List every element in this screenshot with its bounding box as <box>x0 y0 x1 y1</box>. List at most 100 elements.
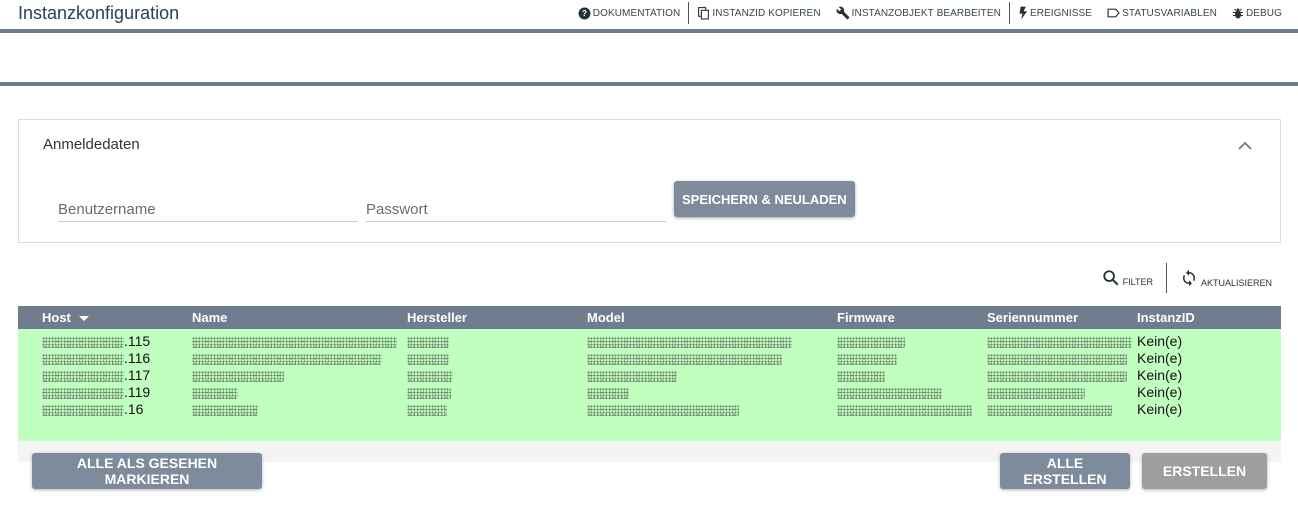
list-actions-divider <box>1165 263 1167 293</box>
table-row[interactable]: .119 Kein(e) <box>18 384 1281 401</box>
redacted-text <box>587 404 739 416</box>
redacted-text <box>192 404 258 416</box>
redacted-text <box>987 387 1085 399</box>
model-cell <box>587 401 739 418</box>
firmware-cell <box>837 367 885 384</box>
name-cell <box>192 367 284 384</box>
redacted-text <box>42 370 124 382</box>
chevron-up-icon[interactable] <box>1238 137 1252 155</box>
serial-cell <box>987 350 1127 367</box>
credentials-panel: Anmeldedaten SPEICHERN & NEULADEN <box>18 119 1281 243</box>
column-header-name[interactable]: Name <box>192 310 227 325</box>
manufacturer-cell <box>407 350 449 367</box>
model-cell <box>587 333 792 350</box>
documentation-button[interactable]: ? DOKUMENTATION <box>578 7 681 20</box>
column-header-firmware[interactable]: Firmware <box>837 310 895 325</box>
redacted-text <box>192 336 397 348</box>
redacted-text <box>407 353 449 365</box>
list-actions: FILTER AKTUALISIEREN <box>1102 263 1272 293</box>
firmware-cell <box>837 333 905 350</box>
redacted-text <box>587 387 629 399</box>
credentials-panel-title: Anmeldedaten <box>43 136 140 153</box>
documentation-label: DOKUMENTATION <box>592 7 681 19</box>
redacted-text <box>192 353 382 365</box>
redacted-text <box>837 404 972 416</box>
redacted-text <box>837 353 897 365</box>
toolbar-divider <box>1008 2 1010 24</box>
column-header-serial[interactable]: Seriennummer <box>987 310 1078 325</box>
svg-text:?: ? <box>582 9 587 18</box>
host-cell: .115 <box>42 333 150 350</box>
status-variables-label: STATUSVARIABLEN <box>1122 7 1217 19</box>
serial-cell <box>987 367 1127 384</box>
copy-instance-id-button[interactable]: INSTANZID KOPIEREN <box>697 6 821 20</box>
redacted-text <box>42 336 124 348</box>
redacted-text <box>407 387 451 399</box>
table-row[interactable]: .117 Kein(e) <box>18 367 1281 384</box>
name-cell <box>192 384 238 401</box>
manufacturer-cell <box>407 333 449 350</box>
refresh-button[interactable]: AKTUALISIEREN <box>1180 268 1272 288</box>
header-divider <box>0 29 1298 33</box>
password-field[interactable] <box>366 190 666 222</box>
create-all-button[interactable]: ALLE ERSTELLEN <box>1000 453 1130 489</box>
column-header-host[interactable]: Host <box>42 310 89 325</box>
redacted-text <box>587 353 782 365</box>
wrench-icon <box>836 6 850 20</box>
redacted-text <box>587 370 677 382</box>
name-cell <box>192 333 397 350</box>
header-toolbar: ? DOKUMENTATION INSTANZID KOPIEREN INSTA… <box>578 0 1282 26</box>
column-header-manufacturer[interactable]: Hersteller <box>407 310 467 325</box>
search-icon <box>1102 269 1120 287</box>
table-header: Host Name Hersteller Model Firmware Seri… <box>18 306 1281 329</box>
refresh-label: AKTUALISIEREN <box>1200 278 1272 288</box>
edit-instance-object-button[interactable]: INSTANZOBJEKT BEARBEITEN <box>836 6 1001 20</box>
serial-cell <box>987 333 1132 350</box>
instance-id-cell: Kein(e) <box>1137 401 1183 417</box>
redacted-text <box>837 336 905 348</box>
save-reload-button[interactable]: SPEICHERN & NEULADEN <box>674 181 855 217</box>
status-variables-button[interactable]: STATUSVARIABLEN <box>1107 7 1217 19</box>
model-cell <box>587 384 629 401</box>
name-cell <box>192 401 258 418</box>
table-row[interactable]: .116 Kein(e) <box>18 350 1281 367</box>
host-cell: .117 <box>42 367 150 384</box>
events-label: EREIGNISSE <box>1029 7 1093 19</box>
debug-label: DEBUG <box>1245 7 1282 19</box>
firmware-cell <box>837 401 972 418</box>
mark-all-seen-button[interactable]: ALLE ALS GESEHEN MARKIEREN <box>32 453 262 489</box>
username-field[interactable] <box>58 190 358 222</box>
redacted-text <box>192 370 284 382</box>
redacted-text <box>407 336 449 348</box>
page-title: Instanzkonfiguration <box>18 3 180 23</box>
redacted-text <box>837 387 942 399</box>
username-input[interactable] <box>58 190 358 221</box>
bug-icon <box>1232 7 1244 20</box>
table-body: .115 Kein(e) .116 Kein(e) .117 Kein(e) .… <box>18 329 1281 441</box>
help-circle-icon: ? <box>578 7 591 20</box>
events-button[interactable]: EREIGNISSE <box>1018 6 1092 20</box>
firmware-cell <box>837 350 897 367</box>
instance-id-cell: Kein(e) <box>1137 333 1183 349</box>
filter-button[interactable]: FILTER <box>1102 269 1153 287</box>
sort-descending-icon <box>78 316 89 322</box>
debug-button[interactable]: DEBUG <box>1232 7 1282 20</box>
password-input[interactable] <box>366 190 666 221</box>
create-button[interactable]: ERSTELLEN <box>1142 453 1267 489</box>
redacted-text <box>987 353 1127 365</box>
redacted-text <box>42 404 124 416</box>
redacted-text <box>987 404 1112 416</box>
instance-id-cell: Kein(e) <box>1137 367 1183 383</box>
table-row[interactable]: .16 Kein(e) <box>18 401 1281 418</box>
redacted-text <box>407 404 447 416</box>
top-header: Instanzkonfiguration ? DOKUMENTATION INS… <box>0 0 1298 30</box>
table-row[interactable]: .115 Kein(e) <box>18 333 1281 350</box>
firmware-cell <box>837 384 942 401</box>
column-header-instance-id[interactable]: InstanzID <box>1137 310 1195 325</box>
redacted-text <box>987 370 1127 382</box>
manufacturer-cell <box>407 384 451 401</box>
toolbar-divider <box>688 2 690 24</box>
filter-label: FILTER <box>1122 277 1153 287</box>
redacted-text <box>192 387 238 399</box>
column-header-model[interactable]: Model <box>587 310 625 325</box>
